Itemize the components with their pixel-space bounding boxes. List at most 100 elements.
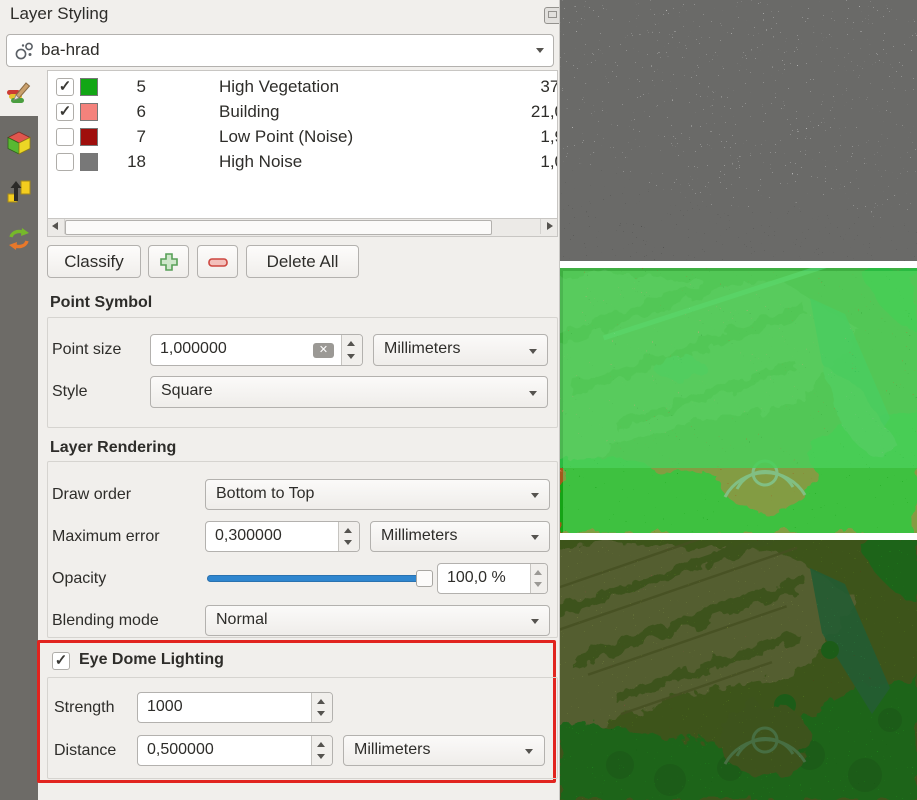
- distance-unit-combo[interactable]: Millimeters: [343, 735, 545, 766]
- distance-value[interactable]: 0,500000: [147, 741, 214, 759]
- class-row-high-vegetation[interactable]: ✓ 5 High Vegetation 37,: [48, 75, 557, 100]
- plus-icon: [159, 252, 179, 272]
- preview-elevation-sketch: [560, 0, 917, 261]
- classify-button[interactable]: Classify: [47, 245, 141, 278]
- history-arrows-icon: [5, 225, 33, 253]
- sidebar-tab-elevation[interactable]: [0, 168, 38, 214]
- elevation-arrow-icon: [5, 177, 33, 205]
- paintbrush-icon: [5, 79, 33, 107]
- max-error-input[interactable]: 0,300000: [205, 521, 360, 552]
- max-error-spinner[interactable]: [338, 522, 359, 551]
- strength-spinner[interactable]: [311, 693, 332, 722]
- chevron-down-icon: [525, 749, 533, 758]
- opacity-label: Opacity: [52, 570, 106, 588]
- row-percent: 21,0: [484, 102, 558, 122]
- distance-input[interactable]: 0,500000: [137, 735, 333, 766]
- opacity-spinner[interactable]: [530, 564, 547, 593]
- blending-mode-label: Blending mode: [52, 612, 159, 630]
- panel-titlebar: Layer Styling: [0, 0, 559, 30]
- class-row-low-point-noise[interactable]: 7 Low Point (Noise) 1,9: [48, 125, 557, 150]
- opacity-value[interactable]: 100,0 %: [447, 569, 506, 587]
- opacity-input[interactable]: 100,0 %: [437, 563, 548, 594]
- chevron-down-icon: [531, 493, 539, 502]
- style-value: Square: [161, 382, 213, 400]
- draw-order-value: Bottom to Top: [216, 485, 314, 503]
- delete-all-button[interactable]: Delete All: [246, 245, 359, 278]
- row-checkbox[interactable]: [56, 153, 74, 171]
- row-class-label: High Noise: [219, 152, 302, 172]
- list-horizontal-scrollbar[interactable]: [47, 218, 558, 237]
- row-class-value: 18: [96, 152, 146, 172]
- row-class-label: High Vegetation: [219, 77, 339, 97]
- point-symbol-heading: Point Symbol: [50, 294, 152, 312]
- opacity-slider[interactable]: [207, 570, 433, 587]
- strength-value[interactable]: 1000: [147, 698, 183, 716]
- sidebar-tab-history[interactable]: [0, 216, 38, 262]
- point-size-spinner[interactable]: [341, 335, 362, 365]
- row-class-value: 5: [96, 77, 146, 97]
- cube-3d-icon: [5, 129, 33, 157]
- minus-icon: [207, 252, 229, 272]
- edl-checkbox[interactable]: ✓: [52, 652, 70, 670]
- distance-spinner[interactable]: [311, 736, 332, 765]
- panel-sidebar: [0, 70, 38, 800]
- row-class-value: 7: [96, 127, 146, 147]
- row-class-label: Low Point (Noise): [219, 127, 353, 147]
- style-combo[interactable]: Square: [150, 376, 548, 408]
- max-error-unit-combo[interactable]: Millimeters: [370, 521, 550, 552]
- point-size-label: Point size: [52, 341, 121, 359]
- row-class-label: Building: [219, 102, 280, 122]
- max-error-unit-value: Millimeters: [381, 527, 457, 545]
- class-row-building[interactable]: ✓ 6 Building 21,0: [48, 100, 557, 125]
- scroll-left-icon[interactable]: [48, 219, 65, 234]
- row-percent: 37,: [484, 77, 558, 97]
- point-size-value[interactable]: 1,000000: [160, 340, 227, 358]
- distance-unit-value: Millimeters: [354, 741, 430, 759]
- classification-list[interactable]: ✓ 5 High Vegetation 37, ✓ 6 Building 21,…: [47, 70, 558, 220]
- blending-mode-combo[interactable]: Normal: [205, 605, 550, 636]
- distance-label: Distance: [54, 742, 116, 760]
- undock-panel-icon[interactable]: [544, 7, 560, 24]
- preview-column: [560, 0, 917, 800]
- point-size-unit-combo[interactable]: Millimeters: [373, 334, 548, 366]
- remove-class-button[interactable]: [197, 245, 238, 278]
- point-cloud-layer-icon: [14, 40, 36, 62]
- strength-label: Strength: [54, 699, 114, 717]
- edl-heading: Eye Dome Lighting: [79, 651, 224, 669]
- layer-selector-value: ba-hrad: [41, 40, 100, 60]
- clear-value-icon[interactable]: ✕: [313, 343, 334, 358]
- add-class-button[interactable]: [148, 245, 189, 278]
- chevron-down-icon: [531, 535, 539, 544]
- layer-rendering-heading: Layer Rendering: [50, 439, 176, 457]
- opacity-slider-fill: [207, 575, 433, 582]
- sidebar-tab-3d-view[interactable]: [0, 120, 38, 166]
- blending-mode-value: Normal: [216, 611, 268, 629]
- chevron-down-icon: [529, 391, 537, 400]
- draw-order-label: Draw order: [52, 486, 131, 504]
- panel-title: Layer Styling: [10, 4, 108, 24]
- chevron-down-icon: [531, 619, 539, 628]
- slider-handle[interactable]: [416, 570, 433, 587]
- preview-classification-edl: [560, 540, 917, 800]
- style-label: Style: [52, 383, 88, 401]
- draw-order-combo[interactable]: Bottom to Top: [205, 479, 550, 510]
- chevron-down-icon: [536, 48, 544, 57]
- scrollbar-thumb[interactable]: [65, 220, 492, 235]
- point-size-input[interactable]: 1,000000 ✕: [150, 334, 363, 366]
- row-percent: 1,0: [484, 152, 558, 172]
- row-checkbox[interactable]: ✓: [56, 103, 74, 121]
- sidebar-tab-symbology[interactable]: [0, 70, 38, 116]
- layer-selector[interactable]: ba-hrad: [6, 34, 554, 67]
- chevron-down-icon: [529, 349, 537, 358]
- max-error-value[interactable]: 0,300000: [215, 527, 282, 545]
- max-error-label: Maximum error: [52, 528, 160, 546]
- row-class-value: 6: [96, 102, 146, 122]
- preview-classification-flat: [560, 268, 917, 533]
- row-checkbox[interactable]: [56, 128, 74, 146]
- row-percent: 1,9: [484, 127, 558, 147]
- row-checkbox[interactable]: ✓: [56, 78, 74, 96]
- scroll-right-icon[interactable]: [540, 219, 557, 234]
- strength-input[interactable]: 1000: [137, 692, 333, 723]
- class-row-high-noise[interactable]: 18 High Noise 1,0: [48, 150, 557, 175]
- point-size-unit-value: Millimeters: [384, 340, 460, 358]
